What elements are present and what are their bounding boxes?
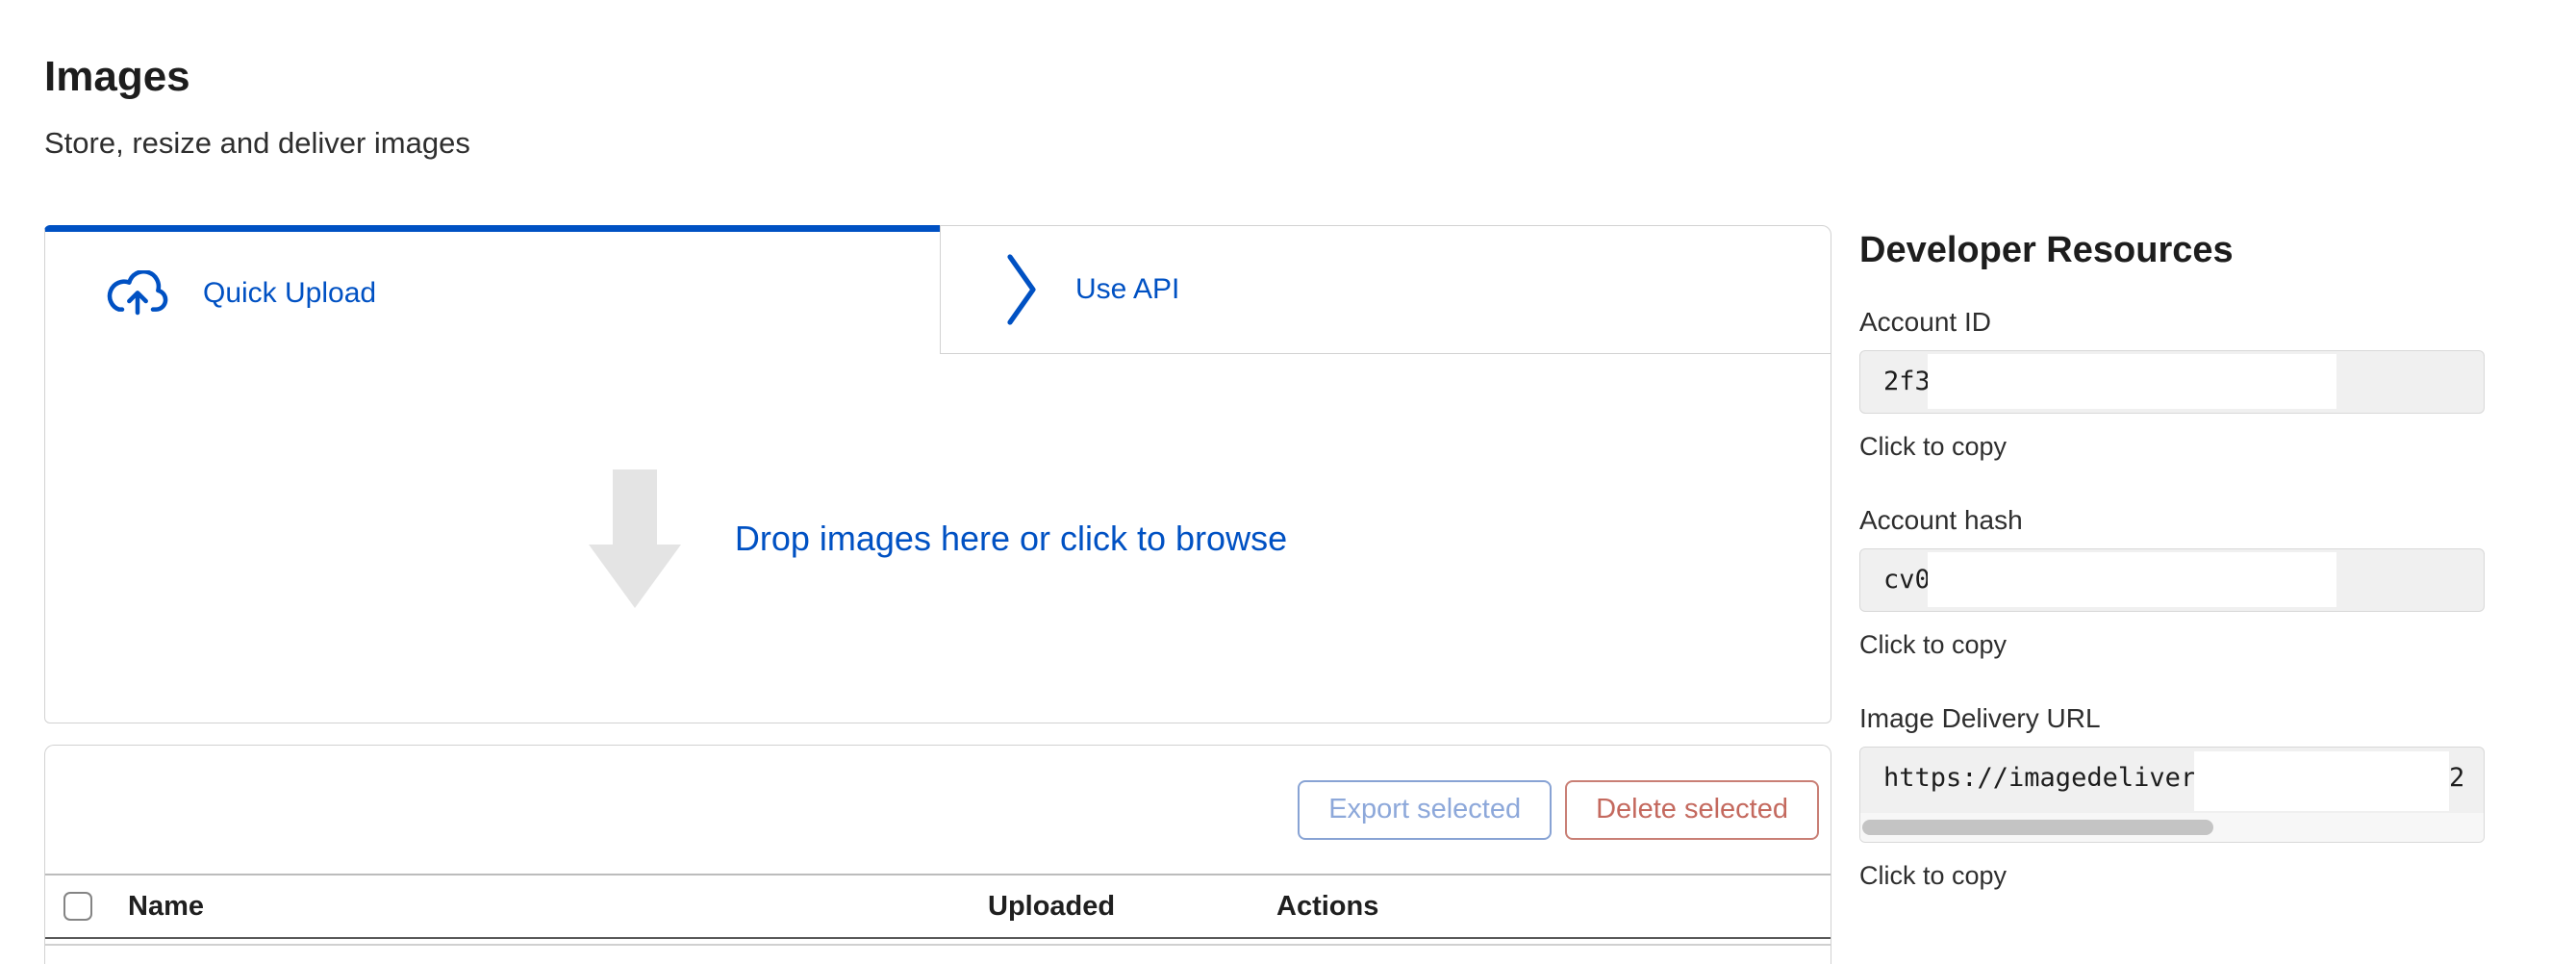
tab-quick-upload[interactable]: Quick Upload bbox=[44, 225, 940, 354]
upload-tabs-container: Quick Upload Use API Drop images here or… bbox=[44, 225, 1831, 723]
tab-use-api[interactable]: Use API bbox=[940, 225, 1831, 354]
developer-resources-heading: Developer Resources bbox=[1859, 229, 2485, 273]
horizontal-scrollbar-track[interactable] bbox=[1860, 813, 2484, 842]
image-dropzone[interactable]: Drop images here or click to browse bbox=[44, 354, 1831, 723]
dropzone-label: Drop images here or click to browse bbox=[735, 519, 1287, 559]
row-divider bbox=[45, 944, 1831, 946]
page-subtitle: Store, resize and deliver images bbox=[44, 125, 1831, 161]
tab-use-api-label: Use API bbox=[1075, 273, 1179, 306]
column-header-uploaded: Uploaded bbox=[988, 891, 1115, 923]
delivery-url-value-fragment: 2 bbox=[2449, 763, 2464, 793]
account-hash-group: Account hash cv0J Click to copy bbox=[1859, 504, 2485, 660]
main-content: Images Store, resize and deliver images … bbox=[44, 0, 1831, 964]
chevron-right-icon bbox=[1002, 251, 1041, 328]
redaction-overlay bbox=[2194, 751, 2449, 811]
image-table-header: Name Uploaded Actions bbox=[45, 875, 1831, 937]
account-id-field[interactable]: 2f3d bbox=[1859, 350, 2485, 414]
account-id-group: Account ID 2f3d Click to copy bbox=[1859, 306, 2485, 462]
delivery-url-field[interactable]: https://imagedelivery.net/cv0JSj 2 bbox=[1859, 747, 2485, 843]
column-header-name: Name bbox=[128, 891, 204, 923]
tabstrip: Quick Upload Use API bbox=[44, 225, 1831, 354]
tab-quick-upload-label: Quick Upload bbox=[203, 277, 376, 310]
delete-selected-button[interactable]: Delete selected bbox=[1565, 780, 1819, 840]
account-id-label: Account ID bbox=[1859, 306, 2485, 339]
delivery-url-label: Image Delivery URL bbox=[1859, 702, 2485, 735]
developer-resources-panel: Developer Resources Account ID 2f3d Clic… bbox=[1859, 229, 2485, 891]
page-title: Images bbox=[44, 56, 1831, 98]
export-selected-button[interactable]: Export selected bbox=[1298, 780, 1552, 840]
account-hash-copy-hint: Click to copy bbox=[1859, 629, 2485, 660]
arrow-down-icon bbox=[589, 469, 681, 608]
account-id-copy-hint: Click to copy bbox=[1859, 431, 2485, 462]
delivery-url-group: Image Delivery URL https://imagedelivery… bbox=[1859, 702, 2485, 891]
delivery-url-copy-hint: Click to copy bbox=[1859, 860, 2485, 891]
select-all-checkbox[interactable] bbox=[63, 892, 92, 921]
horizontal-scrollbar-thumb[interactable] bbox=[1862, 820, 2213, 835]
image-list-card: Export selected Delete selected Name Upl… bbox=[44, 745, 1831, 964]
column-header-actions: Actions bbox=[1276, 891, 1378, 923]
redaction-overlay bbox=[1928, 354, 2336, 409]
account-hash-field[interactable]: cv0J bbox=[1859, 548, 2485, 612]
account-hash-label: Account hash bbox=[1859, 504, 2485, 537]
redaction-overlay bbox=[1928, 552, 2336, 607]
dropzone-content: Drop images here or click to browse bbox=[589, 469, 1287, 608]
image-list-toolbar: Export selected Delete selected bbox=[45, 746, 1831, 874]
cloud-upload-icon bbox=[107, 270, 168, 317]
